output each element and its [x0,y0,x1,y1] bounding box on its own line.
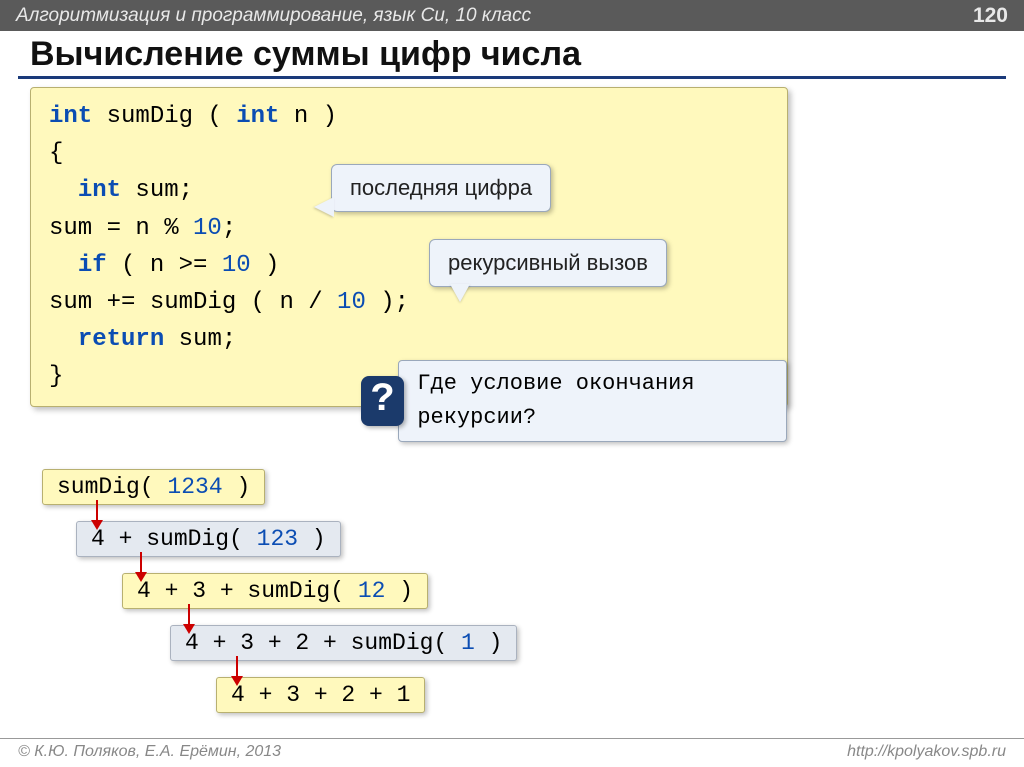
header-bar: Алгоритмизация и программирование, язык … [0,0,1024,31]
code-block: int sumDig ( int n ) { int sum; sum = n … [30,87,788,407]
page-number: 120 [973,4,1008,28]
arrow-icon [182,604,196,634]
arrow-icon [134,552,148,582]
callout-last-digit: последняя цифра [331,164,551,212]
footer: © К.Ю. Поляков, Е.А. Ерёмин, 2013 http:/… [0,738,1024,767]
title-rule [18,76,1006,79]
trace-step-3: 4 + 3 + 2 + sumDig( 1 ) [170,625,517,661]
arrow-icon [90,500,104,530]
footer-copyright: © К.Ю. Поляков, Е.А. Ерёмин, 2013 [18,743,281,761]
arrow-icon [230,656,244,686]
course-title: Алгоритмизация и программирование, язык … [16,5,531,27]
trace-step-4: 4 + 3 + 2 + 1 [216,677,425,713]
trace-step-0: sumDig( 1234 ) [42,469,265,505]
page-title: Вычисление суммы цифр числа [0,31,1024,76]
footer-url: http://kpolyakov.spb.ru [847,743,1006,761]
question-mark-icon: ? [361,376,404,426]
trace-step-1: 4 + sumDig( 123 ) [76,521,341,557]
trace-step-2: 4 + 3 + sumDig( 12 ) [122,573,428,609]
question-text: Где условие окончания рекурсии? [398,360,787,442]
question-row: ? Где условие окончания рекурсии? [361,360,787,442]
content-area: int sumDig ( int n ) { int sum; sum = n … [0,87,1024,407]
callout-recursive-call: рекурсивный вызов [429,239,667,287]
